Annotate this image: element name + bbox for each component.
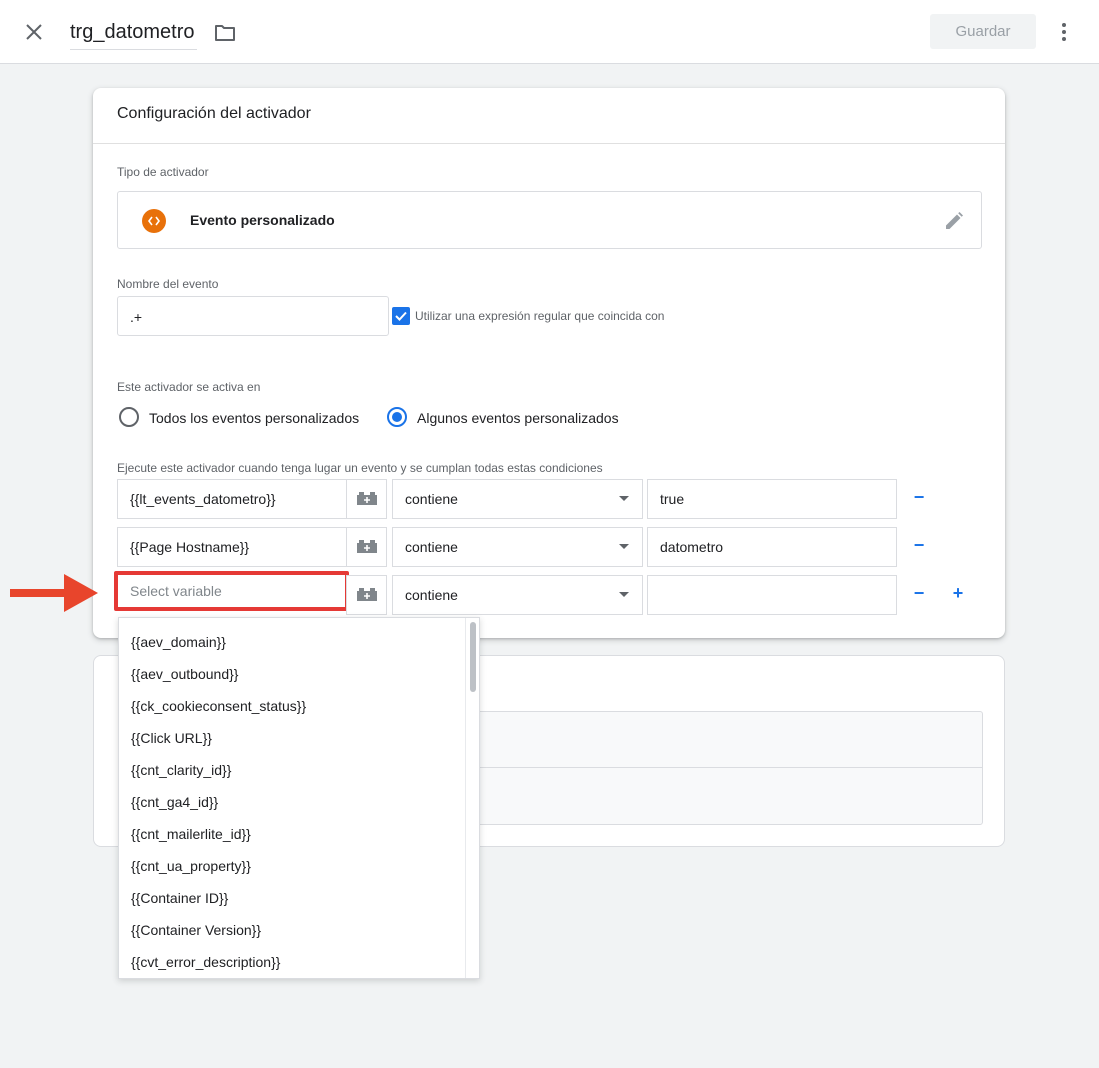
- select-variable-input[interactable]: Select variable: [114, 571, 349, 611]
- scroll-thumb[interactable]: [470, 622, 476, 692]
- card-header: Configuración del activador: [93, 88, 1005, 144]
- dropdown-item[interactable]: {{Container ID}}: [131, 890, 228, 906]
- regex-checkbox[interactable]: [392, 307, 410, 325]
- chevron-down-icon: [619, 592, 629, 597]
- remove-condition-button[interactable]: −: [909, 488, 929, 508]
- variable-picker-button[interactable]: [346, 527, 387, 567]
- radio-some-events-label: Algunos eventos personalizados: [417, 410, 619, 426]
- more-options-button[interactable]: [1052, 18, 1076, 46]
- dropdown-item[interactable]: {{aev_outbound}}: [131, 666, 238, 682]
- variable-picker-button[interactable]: [346, 575, 387, 615]
- dropdown-item[interactable]: {{cnt_ua_property}}: [131, 858, 251, 874]
- variable-picker-button[interactable]: [346, 479, 387, 519]
- dropdown-item[interactable]: {{Container Version}}: [131, 922, 261, 938]
- condition-operator-select[interactable]: contiene: [392, 479, 643, 519]
- red-arrow-icon: [10, 574, 98, 612]
- chevron-down-icon: [619, 544, 629, 549]
- condition-value-field[interactable]: datometro: [647, 527, 897, 567]
- operator-value: contiene: [405, 587, 458, 603]
- dropdown-item[interactable]: {{cnt_mailerlite_id}}: [131, 826, 251, 842]
- custom-event-icon: [142, 209, 166, 233]
- remove-condition-button[interactable]: −: [909, 584, 929, 604]
- variable-dropdown[interactable]: {{aev_domain}} {{aev_outbound}} {{ck_coo…: [118, 617, 480, 979]
- save-button[interactable]: Guardar: [930, 14, 1036, 49]
- dropdown-item[interactable]: {{cnt_ga4_id}}: [131, 794, 218, 810]
- add-condition-button[interactable]: +: [948, 584, 968, 604]
- folder-icon: [215, 25, 235, 41]
- condition-value-field[interactable]: true: [647, 479, 897, 519]
- trigger-type-label: Tipo de activador: [117, 165, 209, 179]
- condition-operator-select[interactable]: contiene: [392, 527, 643, 567]
- fires-on-label: Este activador se activa en: [117, 380, 261, 394]
- remove-condition-button[interactable]: −: [909, 536, 929, 556]
- close-button[interactable]: [20, 18, 48, 46]
- trigger-name-field[interactable]: trg_datometro: [70, 18, 197, 50]
- close-icon: [26, 24, 42, 40]
- pencil-icon[interactable]: [942, 209, 966, 233]
- top-bar: trg_datometro Guardar: [0, 0, 1099, 64]
- event-name-input[interactable]: .+: [117, 296, 389, 336]
- trigger-type-name: Evento personalizado: [190, 212, 335, 228]
- operator-value: contiene: [405, 491, 458, 507]
- condition-operator-select[interactable]: contiene: [392, 575, 643, 615]
- event-name-label: Nombre del evento: [117, 277, 219, 291]
- trigger-type-selector[interactable]: Evento personalizado: [117, 191, 982, 249]
- conditions-label: Ejecute este activador cuando tenga luga…: [117, 461, 603, 475]
- dropdown-scrollbar[interactable]: [465, 618, 479, 978]
- card-title: Configuración del activador: [117, 105, 311, 122]
- radio-some-events[interactable]: [387, 407, 407, 427]
- dropdown-item[interactable]: {{cvt_error_description}}: [131, 954, 280, 970]
- dropdown-item[interactable]: {{aev_domain}}: [131, 634, 226, 650]
- more-vert-icon: [1062, 23, 1066, 41]
- radio-all-events[interactable]: [119, 407, 139, 427]
- chevron-down-icon: [619, 496, 629, 501]
- variable-brick-icon: [356, 492, 377, 505]
- dropdown-item[interactable]: {{Click URL}}: [131, 730, 212, 746]
- operator-value: contiene: [405, 539, 458, 555]
- regex-checkbox-label: Utilizar una expresión regular que coinc…: [415, 309, 665, 323]
- trigger-configuration-card: Configuración del activador Tipo de acti…: [93, 88, 1005, 638]
- dropdown-item[interactable]: {{ck_cookieconsent_status}}: [131, 698, 306, 714]
- dropdown-item[interactable]: {{cnt_clarity_id}}: [131, 762, 231, 778]
- condition-variable-field[interactable]: {{Page Hostname}}: [117, 527, 347, 567]
- folder-button[interactable]: [214, 22, 236, 44]
- page-title: trg_datometro: [70, 21, 195, 43]
- condition-value-field[interactable]: [647, 575, 897, 615]
- variable-brick-icon: [356, 540, 377, 553]
- variable-brick-icon: [356, 588, 377, 601]
- condition-variable-field[interactable]: {{lt_events_datometro}}: [117, 479, 347, 519]
- check-icon: [395, 311, 407, 321]
- radio-all-events-label: Todos los eventos personalizados: [149, 410, 360, 426]
